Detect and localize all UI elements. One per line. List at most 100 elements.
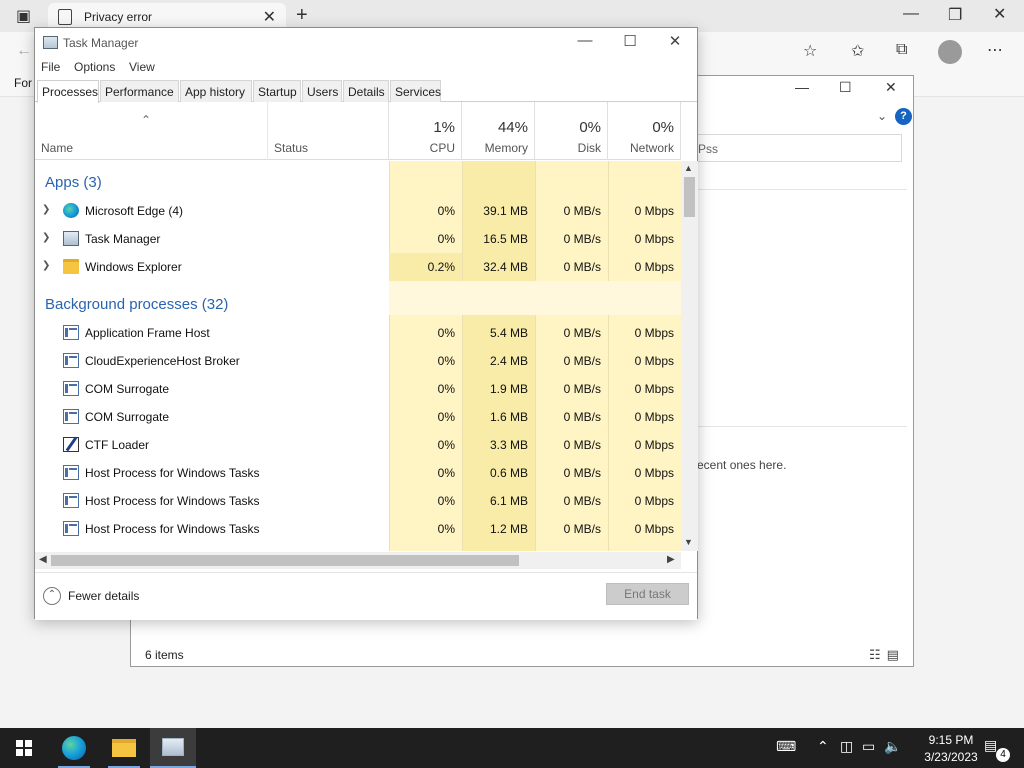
taskbar-edge-button[interactable] xyxy=(50,728,98,768)
process-row[interactable]: Host Process for Windows Tasks 0% 0.6 MB… xyxy=(35,459,681,487)
horizontal-scrollbar[interactable]: ◀ ▶ xyxy=(35,552,681,569)
meet-now-icon[interactable]: ◫ xyxy=(840,738,853,755)
explorer-minimize-icon[interactable]: — xyxy=(795,79,809,95)
show-hidden-icons-icon[interactable]: ⌃ xyxy=(817,738,829,755)
process-row[interactable]: ❯ Microsoft Edge (4) 0% 39.1 MB 0 MB/s 0… xyxy=(35,197,681,225)
folder-icon xyxy=(63,259,79,274)
menu-options[interactable]: Options xyxy=(74,60,115,74)
more-options-icon[interactable]: ⋯ xyxy=(987,40,1003,60)
task-manager-footer: ⌃ Fewer details End task xyxy=(35,572,697,620)
column-status[interactable]: Status xyxy=(268,102,389,160)
new-tab-icon[interactable]: + xyxy=(296,4,308,27)
view-toggle-icons[interactable]: ☷▤ xyxy=(869,647,905,663)
process-row[interactable]: COM Surrogate 0% 1.6 MB 0 MB/s 0 Mbps xyxy=(35,403,681,431)
volume-muted-icon[interactable]: 🔈 xyxy=(884,738,901,755)
minimize-icon[interactable]: — xyxy=(903,5,919,23)
scroll-left-icon[interactable]: ◀ xyxy=(39,554,47,565)
add-favorite-icon[interactable]: ☆ xyxy=(803,41,817,61)
column-disk[interactable]: 0% Disk xyxy=(535,102,608,160)
process-row[interactable]: CTF Loader 0% 3.3 MB 0 MB/s 0 Mbps xyxy=(35,431,681,459)
collections-icon[interactable]: ⧉ xyxy=(896,41,907,59)
process-row[interactable]: ❯ Task Manager 0% 16.5 MB 0 MB/s 0 Mbps xyxy=(35,225,681,253)
memory-value: 16.5 MB xyxy=(483,232,528,246)
window-frame-icon xyxy=(63,521,79,536)
expand-chevron-icon[interactable]: ❯ xyxy=(42,260,50,271)
help-icon[interactable]: ? xyxy=(895,108,912,125)
tab-services[interactable]: Services xyxy=(390,80,441,102)
column-memory[interactable]: 44% Memory xyxy=(462,102,535,160)
clock-date[interactable]: 3/23/2023 xyxy=(912,750,990,764)
close-icon[interactable]: ✕ xyxy=(993,4,1006,24)
collapse-chevron-icon[interactable]: ⌃ xyxy=(43,587,61,605)
explorer-maximize-icon[interactable]: ☐ xyxy=(839,79,852,96)
scroll-right-icon[interactable]: ▶ xyxy=(667,554,675,565)
windows-logo-icon xyxy=(16,740,23,747)
window-frame-icon xyxy=(63,465,79,480)
divider xyxy=(697,426,907,427)
tab-actions-icon[interactable]: ▣ xyxy=(16,6,31,26)
back-icon[interactable]: ← xyxy=(16,42,32,60)
expand-chevron-icon[interactable]: ❯ xyxy=(42,232,50,243)
explorer-search-input[interactable]: Pss xyxy=(697,134,902,162)
scroll-thumb[interactable] xyxy=(684,177,695,217)
column-network[interactable]: 0% Network xyxy=(608,102,681,160)
network-icon[interactable]: ▭ xyxy=(862,738,875,755)
explorer-search-text: Pss xyxy=(698,142,719,156)
maximize-icon[interactable]: ☐ xyxy=(615,32,645,50)
memory-value: 5.4 MB xyxy=(489,326,528,340)
end-task-button[interactable]: End task xyxy=(606,583,689,605)
memory-value: 32.4 MB xyxy=(483,260,528,274)
taskbar-task-manager-button[interactable] xyxy=(150,728,196,768)
page-warning-icon xyxy=(58,9,72,25)
close-tab-icon[interactable]: ✕ xyxy=(263,7,276,27)
tab-details[interactable]: Details xyxy=(343,80,389,102)
clock-time[interactable]: 9:15 PM xyxy=(916,733,986,747)
restore-icon[interactable]: ❐ xyxy=(948,5,962,25)
process-row[interactable]: CloudExperienceHost Broker 0% 2.4 MB 0 M… xyxy=(35,347,681,375)
window-frame-icon xyxy=(63,409,79,424)
column-cpu[interactable]: 1% CPU xyxy=(389,102,462,160)
process-row[interactable]: COM Surrogate 0% 1.9 MB 0 MB/s 0 Mbps xyxy=(35,375,681,403)
menu-file[interactable]: File xyxy=(41,60,60,74)
group-apps-title[interactable]: Apps (3) xyxy=(45,174,102,191)
cpu-value: 0% xyxy=(437,354,455,368)
task-manager-title-bar[interactable]: Task Manager — ☐ ✕ xyxy=(35,28,697,58)
memory-value: 2.4 MB xyxy=(489,354,528,368)
disk-value: 0 MB/s xyxy=(563,438,601,452)
network-value: 0 Mbps xyxy=(634,382,674,396)
process-row[interactable]: Host Process for Windows Tasks 0% 6.1 MB… xyxy=(35,487,681,515)
scroll-thumb[interactable] xyxy=(51,555,519,566)
network-value: 0 Mbps xyxy=(634,410,674,424)
scroll-up-icon[interactable]: ▲ xyxy=(684,163,693,173)
pen-icon xyxy=(63,437,79,452)
disk-value: 0 MB/s xyxy=(563,326,601,340)
favorites-icon[interactable]: ✩ xyxy=(851,41,864,61)
start-button[interactable] xyxy=(0,728,48,768)
vertical-scrollbar[interactable]: ▲ ▼ xyxy=(681,161,698,551)
profile-avatar[interactable] xyxy=(938,40,962,64)
taskbar-explorer-button[interactable] xyxy=(100,728,148,768)
tab-app-history[interactable]: App history xyxy=(180,80,252,102)
expand-ribbon-icon[interactable]: ⌄ xyxy=(877,109,887,123)
tab-processes[interactable]: Processes xyxy=(37,80,99,103)
network-value: 0 Mbps xyxy=(634,438,674,452)
group-background-title[interactable]: Background processes (32) xyxy=(45,296,228,313)
tab-performance[interactable]: Performance xyxy=(100,80,179,102)
keyboard-icon[interactable]: ⌨ xyxy=(776,738,796,755)
explorer-status-item-count: 6 items xyxy=(145,648,184,662)
process-name: Windows Explorer xyxy=(85,260,182,274)
notification-center-icon[interactable]: ▤ xyxy=(984,737,997,754)
fewer-details-link[interactable]: Fewer details xyxy=(68,589,139,603)
process-row[interactable]: Host Process for Windows Tasks 0% 1.2 MB… xyxy=(35,515,681,543)
process-row[interactable]: ❯ Windows Explorer 0.2% 32.4 MB 0 MB/s 0… xyxy=(35,253,681,281)
tab-startup[interactable]: Startup xyxy=(253,80,301,102)
tab-users[interactable]: Users xyxy=(302,80,342,102)
explorer-close-icon[interactable]: ✕ xyxy=(885,79,897,96)
menu-view[interactable]: View xyxy=(129,60,155,74)
column-name[interactable]: Name xyxy=(35,102,268,160)
close-icon[interactable]: ✕ xyxy=(660,32,690,50)
minimize-icon[interactable]: — xyxy=(570,32,600,49)
process-row[interactable]: Application Frame Host 0% 5.4 MB 0 MB/s … xyxy=(35,319,681,347)
scroll-down-icon[interactable]: ▼ xyxy=(684,537,693,547)
expand-chevron-icon[interactable]: ❯ xyxy=(42,204,50,215)
